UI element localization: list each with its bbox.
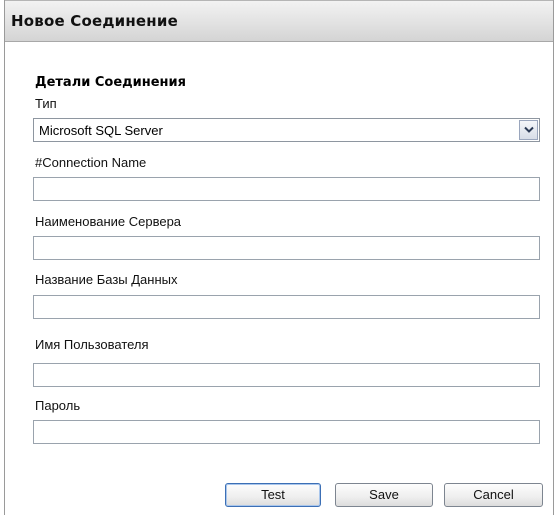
type-dropdown-button[interactable] [519, 120, 538, 140]
dialog-title: Новое Соединение [11, 12, 178, 30]
section-title: Детали Соединения [35, 75, 186, 90]
server-name-label: Наименование Сервера [35, 214, 182, 229]
connection-name-label: #Connection Name [35, 155, 147, 170]
type-select[interactable]: Microsoft SQL Server [33, 118, 540, 142]
connection-name-input[interactable] [33, 177, 540, 201]
username-input[interactable] [33, 363, 540, 387]
test-button[interactable]: Test [225, 483, 321, 507]
password-label: Пароль [35, 398, 81, 413]
type-select-value: Microsoft SQL Server [39, 123, 163, 138]
server-name-input[interactable] [33, 236, 540, 260]
title-bar[interactable]: Новое Соединение [5, 0, 553, 42]
database-name-input[interactable] [33, 295, 540, 319]
chevron-down-icon [524, 126, 534, 133]
username-label: Имя Пользователя [35, 337, 149, 352]
password-input[interactable] [33, 420, 540, 444]
save-button[interactable]: Save [335, 483, 433, 507]
type-label: Тип [35, 96, 57, 111]
cancel-button[interactable]: Cancel [444, 483, 543, 507]
database-name-label: Название Базы Данных [35, 272, 178, 287]
